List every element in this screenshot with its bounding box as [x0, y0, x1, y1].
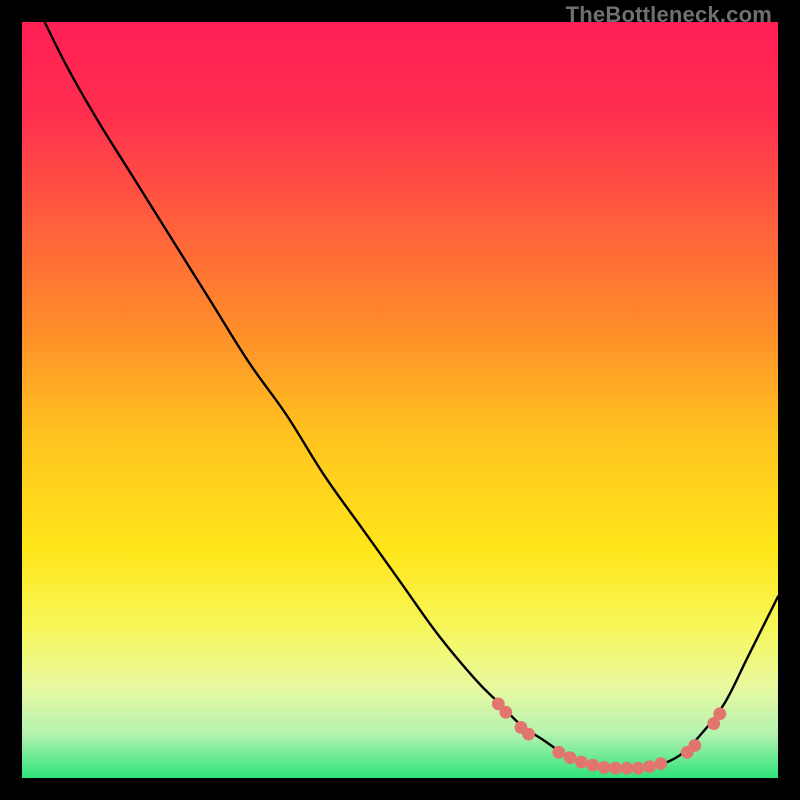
- highlight-dot: [713, 707, 726, 720]
- highlight-dot: [609, 762, 622, 775]
- highlight-dot: [620, 762, 633, 775]
- highlight-dot: [654, 757, 667, 770]
- highlight-dot: [688, 739, 701, 752]
- highlight-dot: [586, 759, 599, 772]
- bottleneck-chart: [22, 22, 778, 778]
- chart-frame: [22, 22, 778, 778]
- highlight-dot: [522, 728, 535, 741]
- gradient-background: [22, 22, 778, 778]
- highlight-dot: [598, 761, 611, 774]
- highlight-dot: [499, 706, 512, 719]
- highlight-dot: [632, 762, 645, 775]
- highlight-dot: [575, 756, 588, 769]
- highlight-dot: [564, 751, 577, 764]
- highlight-dot: [643, 760, 656, 773]
- highlight-dot: [552, 746, 565, 759]
